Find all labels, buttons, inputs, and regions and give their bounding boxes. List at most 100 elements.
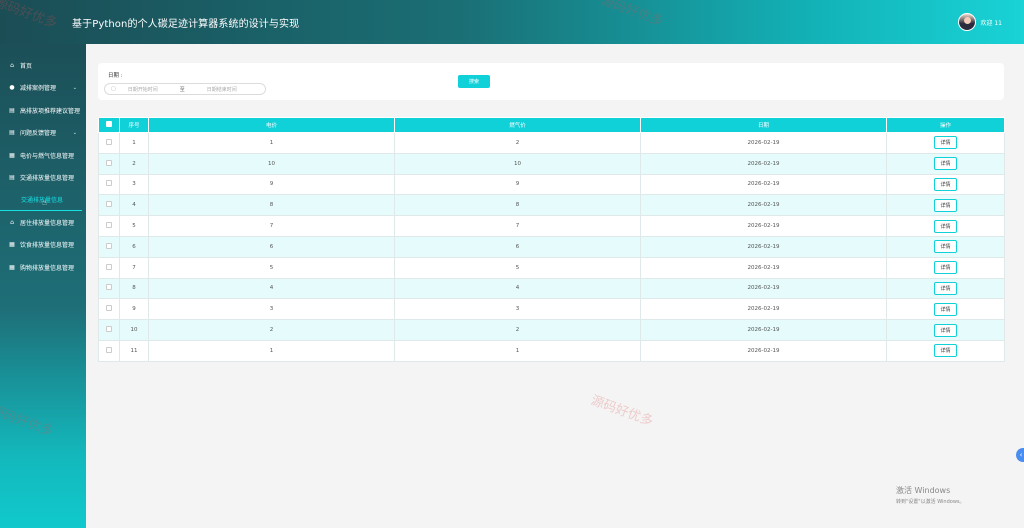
table-cell: 2 [119,152,149,175]
row-select-cell[interactable] [98,298,120,321]
chevron-left-icon[interactable]: ‹ [1016,448,1024,462]
sidebar-item-after-2[interactable]: ▦ 购物排放量信息管理 [0,256,86,279]
detail-button[interactable]: 详情 [934,240,957,254]
user-avatar[interactable] [958,13,977,31]
sidebar-item-label: 饮食排放量信息管理 [20,242,75,250]
date-range-picker[interactable]: ▢ 日期开始时间 至 日期结束时间 [104,83,266,95]
row-select-cell[interactable] [98,173,120,196]
table-row: 9 3 3 2026-02-19 详情 [98,298,1005,321]
table-row: 4 8 8 2026-02-19 详情 [98,194,1005,217]
column-header: 日期 [640,117,887,133]
sidebar-item-after-1[interactable]: ▦ 饮食排放量信息管理 [0,234,86,257]
detail-button[interactable]: 详情 [934,281,957,295]
select-all-cell[interactable] [98,117,120,133]
table-header-row: 序号 电价 燃气价 日期 操作 [98,117,1005,133]
row-select-cell[interactable] [98,235,120,258]
table-cell: 2026-02-19 [640,152,887,175]
row-checkbox[interactable] [106,263,112,270]
activation-subtitle: 转到"设置"以激活 Windows。 [896,499,965,505]
table-row: 1 1 2 2026-02-19 详情 [98,132,1005,154]
house-icon: ⌂ [10,218,14,226]
table-cell: 5 [394,256,641,279]
table-cell: 7 [148,215,395,237]
app-title: 基于Python的个人碳足迹计算器系统的设计与实现 [72,18,300,30]
start-date-input[interactable]: 日期开始时间 [128,86,158,93]
detail-button[interactable]: 详情 [934,157,957,171]
detail-button[interactable]: 详情 [934,261,957,275]
row-select-cell[interactable] [98,339,120,362]
table-cell: 2026-02-19 [640,132,887,154]
row-select-cell[interactable] [98,194,120,217]
table-cell: 5 [148,256,395,279]
sidebar-item-5[interactable]: ▤ 交通排放量信息管理 [0,167,86,190]
table-row: 7 5 5 2026-02-19 详情 [98,256,1005,279]
detail-button[interactable]: 详情 [934,136,957,150]
detail-button[interactable]: 详情 [934,323,957,337]
table-cell: 6 [148,235,395,258]
sidebar-item-0[interactable]: ⌂ 首页 [0,54,86,77]
table-cell: 6 [119,235,149,258]
activation-title: 激活 Windows [896,486,951,495]
table-cell: 2026-02-19 [640,256,887,279]
table-cell: 2026-02-19 [640,277,887,300]
row-select-cell[interactable] [98,277,120,300]
row-checkbox[interactable] [106,305,112,312]
sidebar: ⌂ 首页 ● 减排案例管理 ⌄ ▤ 高排放项推荐建议管理 ▤ 问题反馈管理 ⌄ ▦ 电价与燃气信息管理… [0,44,86,528]
table-cell: 1 [119,132,149,154]
grid-icon: ▦ [9,263,15,271]
sidebar-item-3[interactable]: ▤ 问题反馈管理 ⌄ [0,122,86,145]
table-cell: 3 [119,173,149,196]
row-checkbox[interactable] [106,201,112,208]
table-cell: 2 [394,132,641,154]
row-select-cell[interactable] [98,215,120,237]
table-cell: 2 [394,319,641,341]
row-checkbox[interactable] [106,138,112,145]
detail-button[interactable]: 详情 [934,198,957,212]
row-checkbox[interactable] [106,222,112,229]
table-cell: 8 [148,194,395,217]
table-row: 2 10 10 2026-02-19 详情 [98,152,1005,175]
sidebar-item-1[interactable]: ● 减排案例管理 ⌄ [0,77,86,100]
table-row: 10 2 2 2026-02-19 详情 [98,319,1005,341]
end-date-input[interactable]: 日期结束时间 [207,86,237,93]
action-cell: 详情 [886,256,1005,279]
detail-button[interactable]: 详情 [934,344,957,358]
table-row: 8 4 4 2026-02-19 详情 [98,277,1005,300]
detail-button[interactable]: 详情 [934,219,957,233]
column-header: 操作 [886,117,1005,133]
table-cell: 10 [119,319,149,341]
sidebar-item-4[interactable]: ▦ 电价与燃气信息管理 [0,144,86,167]
detail-button[interactable]: 详情 [934,302,957,316]
sidebar-item-label: 高排放项推荐建议管理 [20,107,81,115]
row-select-cell[interactable] [98,319,120,341]
select-all-checkbox[interactable] [106,121,112,127]
mouse-cursor-icon: ☝ [42,198,47,207]
detail-button[interactable]: 详情 [934,177,957,191]
sidebar-subitem-traffic-emission[interactable]: 交通排放量信息 ☝ [0,189,82,211]
row-checkbox[interactable] [106,346,112,353]
row-select-cell[interactable] [98,256,120,279]
row-checkbox[interactable] [106,242,112,249]
user-box[interactable]: 欢迎 11 [958,13,1002,31]
date-label: 日期 : [108,73,123,79]
sidebar-item-label: 减排案例管理 [20,85,57,93]
table-cell: 1 [394,339,641,362]
top-bar: 基于Python的个人碳足迹计算器系统的设计与实现 欢迎 11 [0,0,1024,44]
row-checkbox[interactable] [106,159,112,166]
calendar-icon: ▢ [111,86,116,92]
grid-icon: ▦ [9,241,15,249]
sidebar-item-2[interactable]: ▤ 高排放项推荐建议管理 [0,99,86,122]
list-icon: ▤ [9,129,15,137]
table-cell: 2026-02-19 [640,298,887,321]
table-cell: 8 [394,194,641,217]
row-checkbox[interactable] [106,284,112,291]
action-cell: 详情 [886,194,1005,217]
row-select-cell[interactable] [98,152,120,175]
row-checkbox[interactable] [106,180,112,187]
windows-activation-notice: 激活 Windows 转到"设置"以激活 Windows。 [896,485,965,505]
sidebar-item-after-0[interactable]: ⌂ 居住排放量信息管理 [0,211,86,234]
search-button[interactable]: 搜索 [458,75,490,88]
row-select-cell[interactable] [98,132,120,154]
table-row: 11 1 1 2026-02-19 详情 [98,339,1005,362]
row-checkbox[interactable] [106,326,112,333]
